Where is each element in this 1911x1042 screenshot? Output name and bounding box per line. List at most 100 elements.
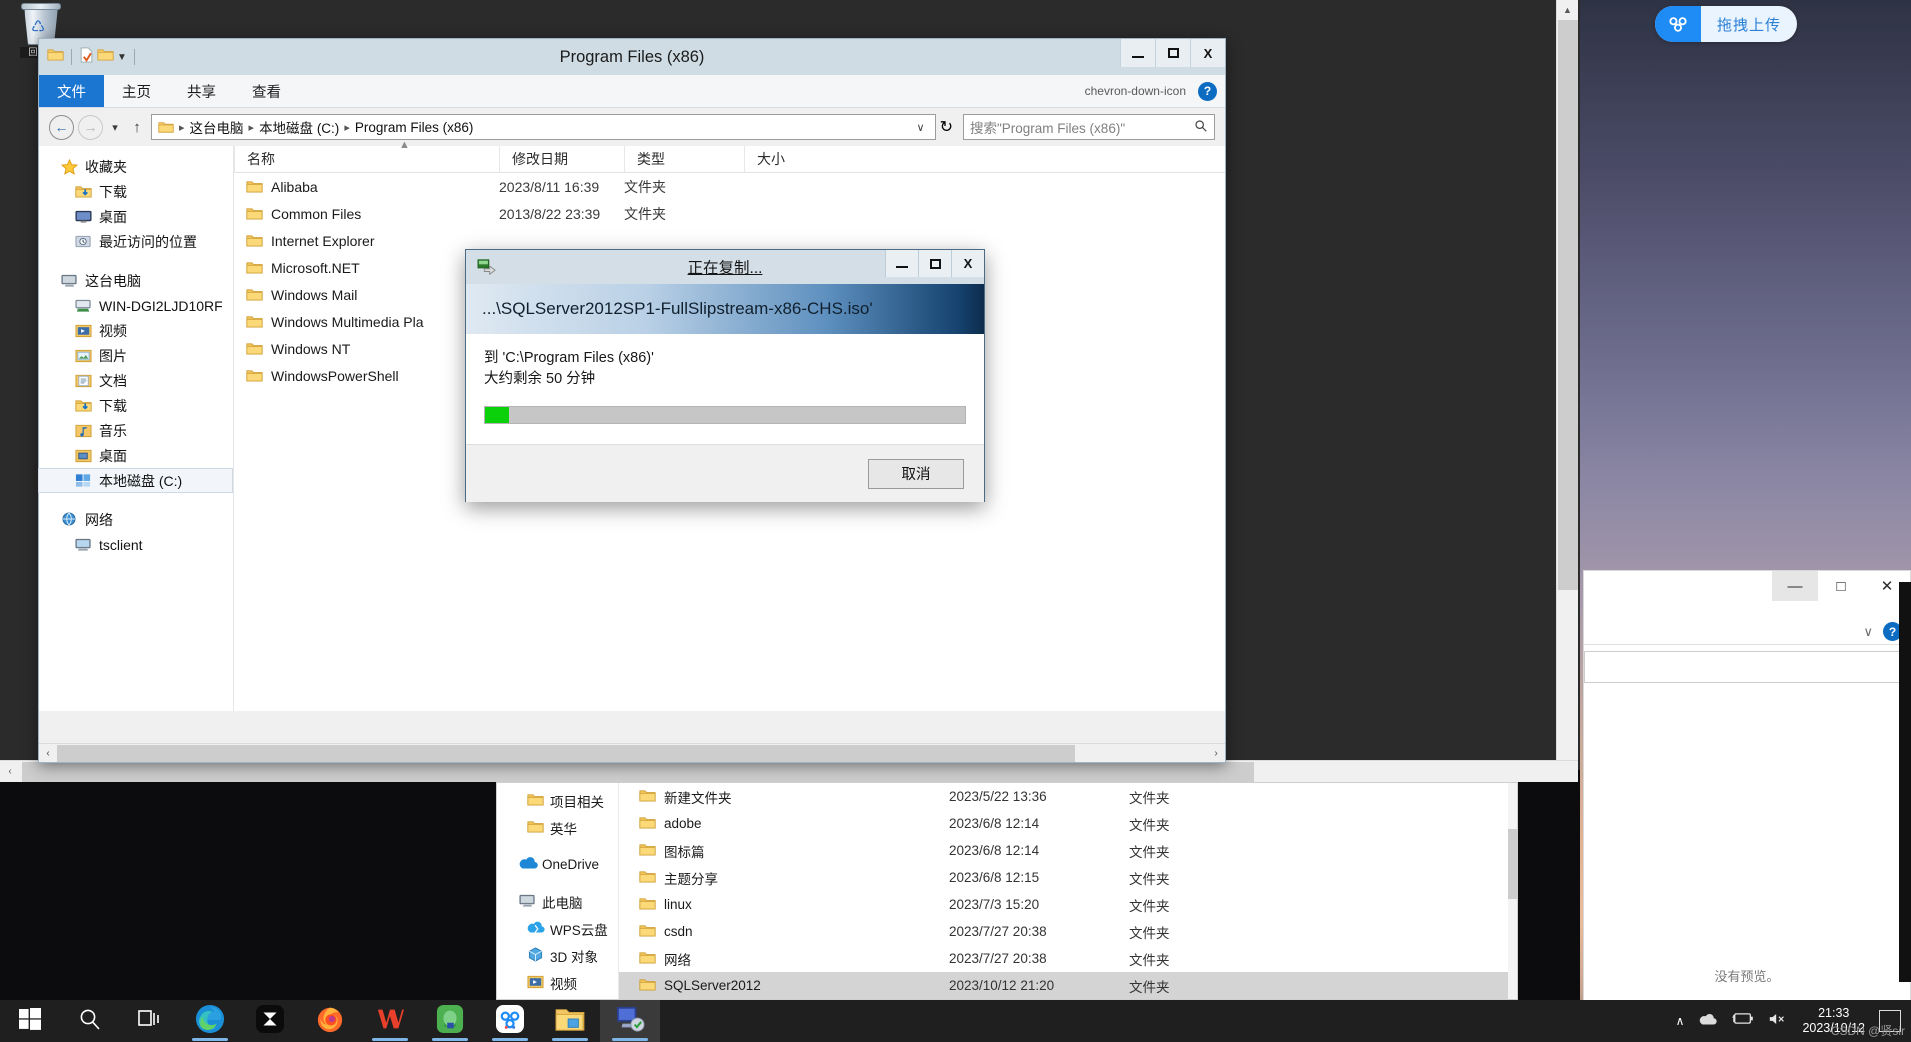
bg-sidebar-item[interactable]: 英华 bbox=[497, 814, 618, 841]
cancel-button[interactable]: 取消 bbox=[868, 458, 964, 489]
table-row[interactable]: linux 2023/7/3 15:20 文件夹 bbox=[619, 891, 1517, 918]
bg-sidebar-item[interactable]: WPS云盘 bbox=[497, 915, 618, 942]
sidebar-item-下载[interactable]: 下载 bbox=[39, 393, 233, 418]
sidebar-item-windgi2ljd10rf[interactable]: WIN-DGI2LJD10RF bbox=[39, 293, 233, 318]
tab-view[interactable]: 查看 bbox=[234, 75, 299, 107]
search-button[interactable] bbox=[60, 1000, 120, 1042]
bg-sidebar-item[interactable]: 视频 bbox=[497, 969, 618, 996]
file-name-cell[interactable]: Common Files bbox=[234, 206, 499, 222]
file-name-cell[interactable]: csdn bbox=[619, 923, 949, 940]
window-resize-grip[interactable] bbox=[1558, 762, 1578, 782]
copy-dialog-close-button[interactable]: X bbox=[951, 250, 984, 277]
task-view-button[interactable] bbox=[120, 1000, 180, 1042]
file-name-cell[interactable]: Alibaba bbox=[234, 179, 499, 195]
column-header-date[interactable]: 修改日期 bbox=[499, 145, 624, 173]
explorer-titlebar[interactable]: ▼ Program Files (x86) X bbox=[39, 39, 1225, 75]
chevron-down-icon[interactable]: ▼ bbox=[117, 52, 127, 63]
window-controls[interactable]: X bbox=[1120, 39, 1225, 67]
help-icon[interactable]: ? bbox=[1198, 81, 1217, 101]
remote-desktop-button[interactable] bbox=[600, 1000, 660, 1042]
bg-sidebar-item[interactable]: 项目相关 bbox=[497, 787, 618, 814]
onedrive-icon[interactable] bbox=[1698, 1012, 1718, 1031]
breadcrumb-item-0[interactable]: 这台电脑 bbox=[190, 117, 244, 137]
scroll-right-arrow-icon[interactable]: › bbox=[1207, 748, 1225, 759]
table-row[interactable]: SQLServer2012 2023/10/12 21:20 文件夹 bbox=[619, 972, 1517, 999]
table-row[interactable]: 主题分享 2023/6/8 12:15 文件夹 bbox=[619, 864, 1517, 891]
edge-button[interactable] bbox=[180, 1000, 240, 1042]
sidebar-item-下载[interactable]: 下载 bbox=[39, 179, 233, 204]
scroll-up-arrow-icon[interactable]: ▲ bbox=[1557, 0, 1578, 20]
sidebar-item-图片[interactable]: 图片 bbox=[39, 343, 233, 368]
sidebar-item-音乐[interactable]: 音乐 bbox=[39, 418, 233, 443]
bg-sidebar-item[interactable]: 此电脑 bbox=[497, 888, 618, 915]
breadcrumb-item-2[interactable]: Program Files (x86) bbox=[355, 120, 474, 135]
file-name-cell[interactable]: 网络 bbox=[619, 949, 949, 969]
copy-dialog-maximize-button[interactable] bbox=[918, 250, 951, 277]
baidu-netdisk-button[interactable] bbox=[480, 1000, 540, 1042]
breadcrumb-item-1[interactable]: 本地磁盘 (C:) bbox=[259, 117, 339, 137]
copy-dialog-titlebar[interactable]: 正在复制... X bbox=[466, 250, 984, 284]
file-name-cell[interactable]: 新建文件夹 bbox=[619, 787, 949, 807]
history-dropdown-icon[interactable]: ▾ bbox=[107, 121, 123, 134]
volume-muted-icon[interactable] bbox=[1768, 1012, 1788, 1031]
ribbon-tabs[interactable]: 文件 主页 共享 查看 chevron-down-icon ? bbox=[39, 75, 1225, 108]
file-name-cell[interactable]: Windows Multimedia Pla bbox=[234, 314, 499, 330]
copy-dialog-window-controls[interactable]: X bbox=[885, 250, 984, 277]
file-name-cell[interactable]: Internet Explorer bbox=[234, 233, 499, 249]
column-header-type[interactable]: 类型 bbox=[624, 145, 744, 173]
table-row[interactable]: Common Files 2013/8/22 23:39 文件夹 bbox=[234, 200, 1225, 227]
file-name-cell[interactable]: Windows NT bbox=[234, 341, 499, 357]
capcut-button[interactable] bbox=[240, 1000, 300, 1042]
file-explorer-button[interactable] bbox=[540, 1000, 600, 1042]
show-hidden-icons-button[interactable]: ∧ bbox=[1676, 1014, 1685, 1028]
preview-window-titlebar[interactable]: — □ ✕ bbox=[1584, 571, 1910, 619]
column-header-size[interactable]: 大小 bbox=[744, 145, 864, 173]
sidebar-item-收藏夹[interactable]: 收藏夹 bbox=[39, 154, 233, 179]
up-button[interactable]: ↑ bbox=[127, 119, 147, 136]
refresh-icon[interactable]: ↻ bbox=[940, 117, 953, 137]
forward-button[interactable]: → bbox=[78, 114, 103, 140]
file-name-cell[interactable]: adobe bbox=[619, 815, 949, 832]
sidebar-item-本地磁盘(c)[interactable]: 本地磁盘 (C:) bbox=[38, 468, 233, 493]
quick-access-toolbar[interactable]: ▼ bbox=[39, 46, 139, 68]
scrollbar-thumb-horizontal[interactable] bbox=[22, 761, 1254, 782]
bg-sidebar-item[interactable]: 3D 对象 bbox=[497, 942, 618, 969]
folder-icon[interactable] bbox=[47, 47, 64, 67]
file-name-cell[interactable]: linux bbox=[619, 896, 949, 913]
folder-open-icon[interactable] bbox=[97, 47, 114, 67]
close-button[interactable]: X bbox=[1190, 39, 1225, 67]
preview-minimize-button[interactable]: — bbox=[1772, 571, 1818, 601]
file-name-cell[interactable]: WindowsPowerShell bbox=[234, 368, 499, 384]
battery-charging-icon[interactable] bbox=[1732, 1012, 1754, 1030]
file-name-cell[interactable]: Windows Mail bbox=[234, 287, 499, 303]
sidebar-item-视频[interactable]: 视频 bbox=[39, 318, 233, 343]
copy-dialog-minimize-button[interactable] bbox=[885, 250, 918, 277]
background-window-vertical-scrollbar[interactable]: ▲ ▼ bbox=[1556, 0, 1578, 782]
scrollbar-thumb[interactable] bbox=[1508, 829, 1517, 899]
start-button[interactable] bbox=[0, 1000, 60, 1042]
sidebar-item-桌面[interactable]: 桌面 bbox=[39, 204, 233, 229]
table-row[interactable]: Alibaba 2023/8/11 16:39 文件夹 bbox=[234, 173, 1225, 200]
bg-sidebar-item[interactable]: OneDrive bbox=[497, 851, 618, 878]
preview-maximize-button[interactable]: □ bbox=[1818, 571, 1864, 601]
column-headers[interactable]: ▲ 名称 修改日期 类型 大小 bbox=[234, 139, 1225, 173]
explorer-horizontal-scrollbar[interactable]: ‹ › bbox=[39, 743, 1225, 762]
background-explorer-scrollbar[interactable] bbox=[1508, 783, 1517, 999]
column-header-name[interactable]: 名称 bbox=[234, 145, 499, 173]
drag-upload-pill[interactable]: 拖拽上传 bbox=[1655, 6, 1797, 42]
tab-share[interactable]: 共享 bbox=[169, 75, 234, 107]
table-row[interactable]: adobe 2023/6/8 12:14 文件夹 bbox=[619, 810, 1517, 837]
minimize-button[interactable] bbox=[1120, 39, 1155, 67]
file-name-cell[interactable]: Microsoft.NET bbox=[234, 260, 499, 276]
preview-address-field[interactable] bbox=[1584, 651, 1902, 683]
sidebar-item-桌面[interactable]: 桌面 bbox=[39, 443, 233, 468]
address-dropdown-icon[interactable]: ∨ bbox=[911, 121, 931, 134]
chevron-down-icon[interactable]: chevron-down-icon bbox=[1085, 84, 1186, 98]
sidebar-item-网络[interactable]: 网络 bbox=[39, 507, 233, 532]
table-row[interactable]: 网络 2023/7/27 20:38 文件夹 bbox=[619, 945, 1517, 972]
breadcrumb[interactable]: ▸ 这台电脑 ▸ 本地磁盘 (C:) ▸ Program Files (x86)… bbox=[151, 114, 936, 140]
scroll-left-arrow-icon[interactable]: ‹ bbox=[39, 748, 57, 759]
new-folder-properties-icon[interactable] bbox=[79, 46, 94, 68]
file-name-cell[interactable]: 主题分享 bbox=[619, 868, 949, 888]
sidebar-item-文档[interactable]: 文档 bbox=[39, 368, 233, 393]
